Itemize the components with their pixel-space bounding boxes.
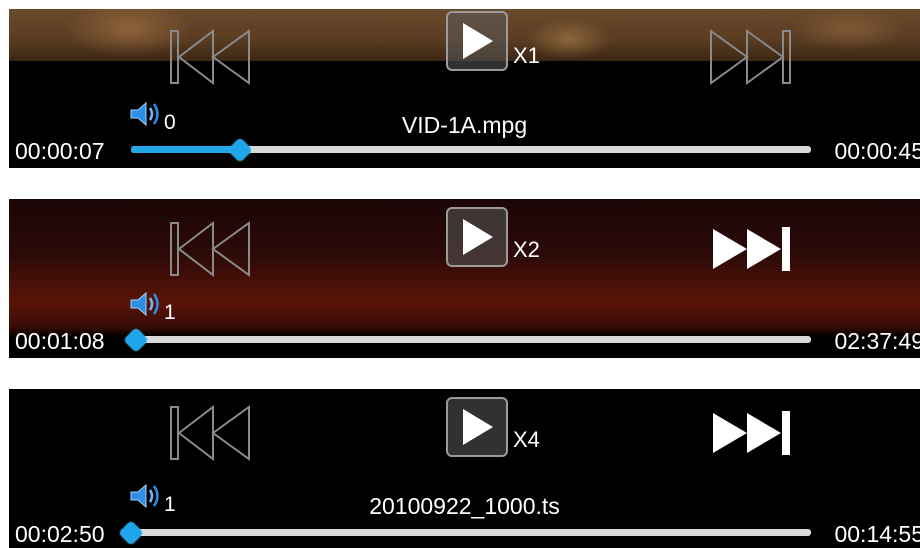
- fast-forward-button[interactable]: [709, 219, 793, 279]
- progress-track[interactable]: [123, 327, 811, 353]
- speaker-icon: [130, 291, 159, 317]
- fast-forward-button[interactable]: [709, 403, 793, 463]
- progress-knob[interactable]: [118, 520, 144, 546]
- rewind-button[interactable]: [169, 403, 253, 463]
- play-icon: [463, 23, 493, 59]
- progress-track[interactable]: [131, 137, 811, 163]
- play-icon: [463, 219, 493, 255]
- current-time: 00:01:08: [15, 328, 105, 354]
- fast-forward-icon: [713, 227, 790, 271]
- play-icon: [463, 409, 493, 445]
- progress-knob[interactable]: [227, 137, 253, 163]
- player-bar-2: X2 1 00:01:08 02:37:49: [9, 199, 920, 358]
- progress-fill: [131, 146, 240, 153]
- total-time: 02:37:49: [834, 328, 920, 354]
- total-time: 00:00:45: [834, 138, 920, 164]
- rewind-icon: [170, 29, 250, 85]
- rewind-icon: [170, 405, 250, 461]
- file-name: 20100922_1000.ts: [369, 493, 560, 519]
- rewind-button[interactable]: [169, 219, 253, 279]
- rewind-button[interactable]: [169, 27, 253, 87]
- fast-forward-button[interactable]: [709, 27, 793, 87]
- file-name: VID-1A.mpg: [401, 112, 528, 138]
- total-time: 00:14:55: [834, 521, 920, 547]
- volume-level: 1: [164, 301, 176, 324]
- fast-forward-icon: [713, 411, 790, 455]
- player-bar-1: X1 0 VID-1A.mpg 00:00:07 00:00:45: [9, 9, 920, 168]
- progress-track[interactable]: [118, 520, 811, 546]
- current-time: 00:00:07: [15, 138, 105, 164]
- current-time: 00:02:50: [15, 521, 105, 547]
- fast-forward-icon: [710, 29, 791, 85]
- speed-label: X4: [513, 427, 540, 452]
- rewind-icon: [170, 221, 250, 277]
- speed-label: X1: [513, 43, 540, 68]
- play-button[interactable]: [446, 11, 508, 71]
- play-button[interactable]: [446, 397, 508, 457]
- player-bar-3: X4 1 20100922_1000.ts 00:02:50 00:14:55: [9, 389, 920, 548]
- speed-label: X2: [513, 237, 540, 262]
- play-button[interactable]: [446, 207, 508, 267]
- volume-indicator: 1: [129, 291, 176, 323]
